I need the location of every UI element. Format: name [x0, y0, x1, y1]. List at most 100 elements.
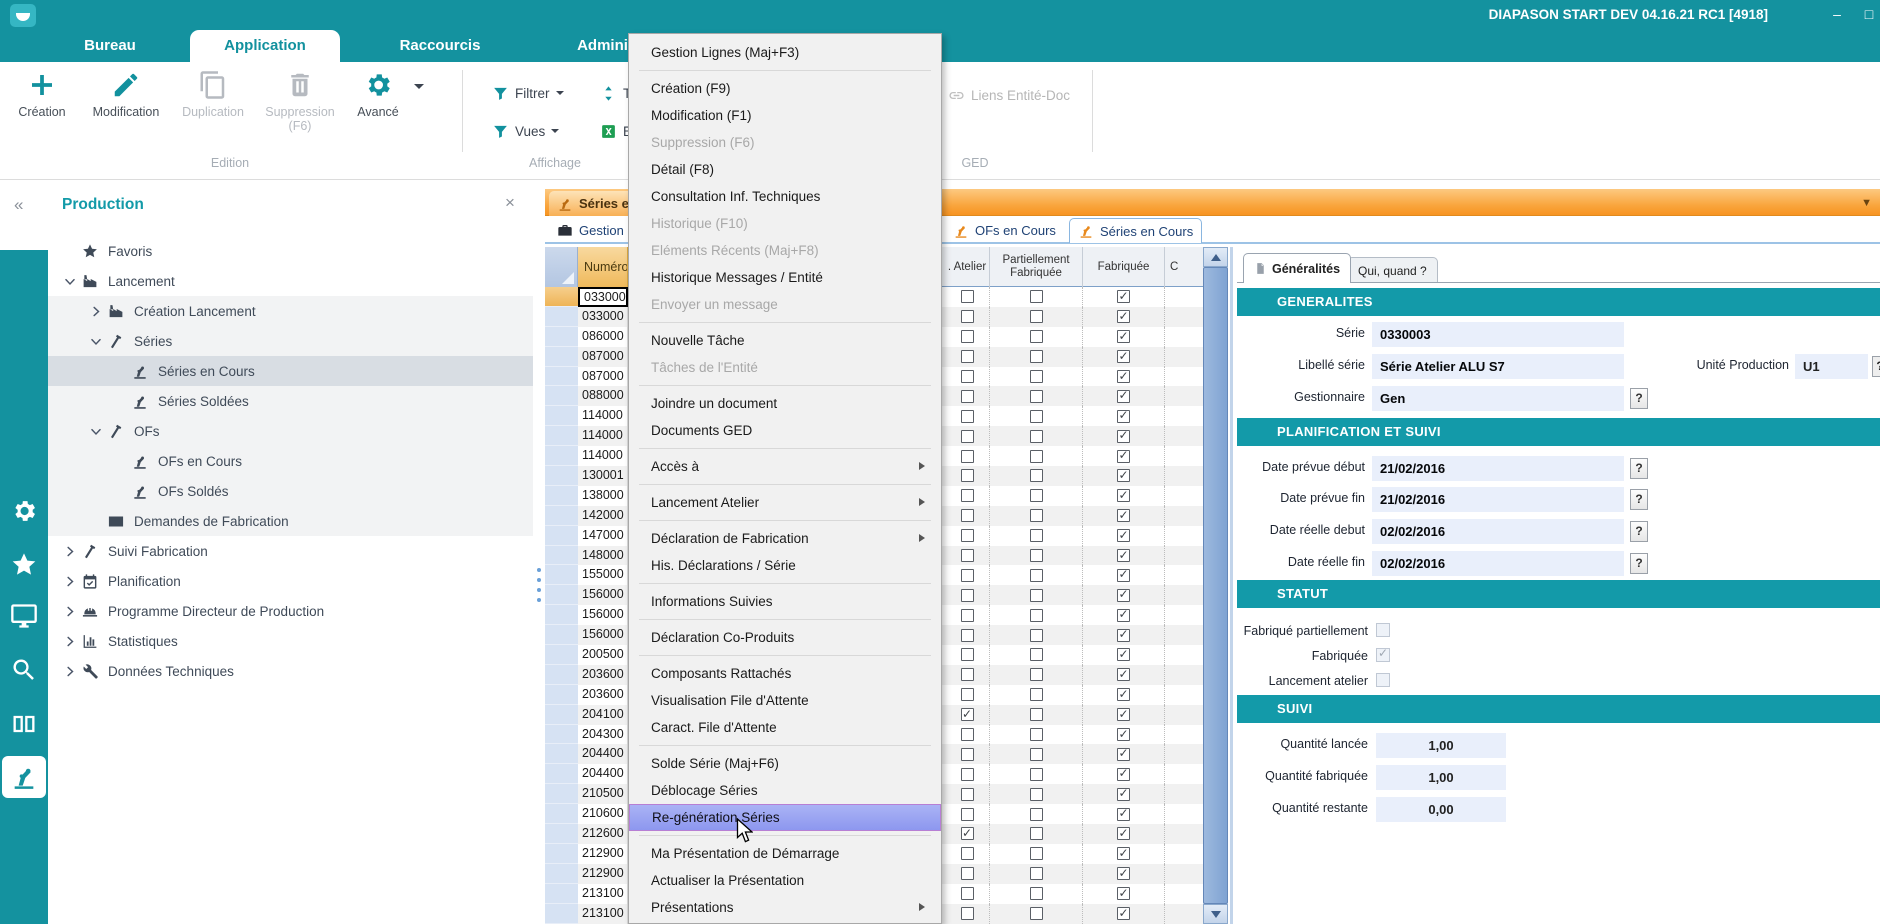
cell-fabriquee-checkbox[interactable]: [1083, 565, 1165, 585]
cell-fabriquee-checkbox[interactable]: [1083, 605, 1165, 625]
column-header-fabriquee[interactable]: Fabriquée: [1083, 247, 1165, 287]
menu-item-visualisation-file-d-attente[interactable]: Visualisation File d'Attente: [629, 687, 941, 714]
cell-numero[interactable]: 087000: [578, 367, 628, 387]
row-selector[interactable]: [545, 744, 578, 764]
cell-partiellement-checkbox[interactable]: [990, 307, 1083, 327]
strip-overflow-caret-icon[interactable]: ▼: [1861, 197, 1872, 209]
grid-vertical-scrollbar[interactable]: [1203, 247, 1228, 924]
chevron-right-icon[interactable]: [60, 544, 80, 559]
cell-fabriquee-checkbox[interactable]: [1083, 386, 1165, 406]
row-selector[interactable]: [545, 784, 578, 804]
cell-fabriquee-checkbox[interactable]: [1083, 486, 1165, 506]
cell-partiellement-checkbox[interactable]: [990, 526, 1083, 546]
menu-item-actualiser-la-pr-sentation[interactable]: Actualiser la Présentation: [629, 867, 941, 894]
avance-button[interactable]: Avancé: [346, 70, 410, 119]
chevron-right-icon[interactable]: [60, 604, 80, 619]
cell-atelier-checkbox[interactable]: [945, 764, 990, 784]
rail-favorites-star-icon[interactable]: [10, 551, 38, 579]
menu-item-gestion-lignes-maj-f3[interactable]: Gestion Lignes (Maj+F3): [629, 39, 941, 66]
menu-item-caract-file-d-attente[interactable]: Caract. File d'Attente: [629, 714, 941, 741]
cell-numero[interactable]: 204400: [578, 744, 628, 764]
row-selector[interactable]: [545, 725, 578, 745]
scrollbar-thumb[interactable]: [1203, 267, 1228, 904]
vues-button[interactable]: Vues: [492, 120, 559, 142]
date-prevue-fin-field[interactable]: 21/02/2016: [1372, 487, 1624, 512]
doc-tab-ofs-en-cours[interactable]: OFs en Cours: [945, 219, 1064, 242]
cell-numero[interactable]: 200500: [578, 645, 628, 665]
cell-numero[interactable]: 156000: [578, 625, 628, 645]
cell-atelier-checkbox[interactable]: [945, 665, 990, 685]
help-button[interactable]: ?: [1630, 553, 1648, 574]
menu-item-nouvelle-t-che[interactable]: Nouvelle Tâche: [629, 327, 941, 354]
collapse-panel-button[interactable]: «: [14, 195, 23, 215]
row-selector[interactable]: [545, 347, 578, 367]
row-selector[interactable]: [545, 426, 578, 446]
cell-partiellement-checkbox[interactable]: [990, 764, 1083, 784]
cell-partiellement-checkbox[interactable]: [990, 705, 1083, 725]
cell-partiellement-checkbox[interactable]: [990, 287, 1083, 307]
cell-partiellement-checkbox[interactable]: [990, 446, 1083, 466]
cell-numero[interactable]: 155000: [578, 565, 628, 585]
row-selector[interactable]: [545, 625, 578, 645]
cell-partiellement-checkbox[interactable]: [990, 784, 1083, 804]
minimize-button[interactable]: –: [1822, 0, 1852, 30]
tab-bureau[interactable]: Bureau: [40, 30, 180, 62]
help-button[interactable]: ?: [1872, 356, 1880, 377]
cell-partiellement-checkbox[interactable]: [990, 725, 1083, 745]
cell-numero[interactable]: 138000: [578, 486, 628, 506]
cell-fabriquee-checkbox[interactable]: [1083, 645, 1165, 665]
doc-tab-gestion[interactable]: Gestion: [549, 219, 632, 242]
menu-item-ma-pr-sentation-de-d-marrage[interactable]: Ma Présentation de Démarrage: [629, 840, 941, 867]
cell-partiellement-checkbox[interactable]: [990, 844, 1083, 864]
tree-item-demandes-de-fabrication[interactable]: Demandes de Fabrication: [48, 506, 533, 536]
cell-numero[interactable]: 130001: [578, 466, 628, 486]
cell-partiellement-checkbox[interactable]: [990, 685, 1083, 705]
menu-item-cr-ation-f9[interactable]: Création (F9): [629, 75, 941, 102]
cell-atelier-checkbox[interactable]: [945, 804, 990, 824]
chevron-right-icon[interactable]: [60, 664, 80, 679]
cell-atelier-checkbox[interactable]: [945, 585, 990, 605]
cell-partiellement-checkbox[interactable]: [990, 426, 1083, 446]
cell-fabriquee-checkbox[interactable]: [1083, 844, 1165, 864]
row-selector[interactable]: [545, 804, 578, 824]
cell-fabriquee-checkbox[interactable]: [1083, 287, 1165, 307]
cell-fabriquee-checkbox[interactable]: [1083, 625, 1165, 645]
cell-atelier-checkbox[interactable]: [945, 824, 990, 844]
cell-numero[interactable]: 147000: [578, 526, 628, 546]
menu-item-d-claration-de-fabrication[interactable]: Déclaration de Fabrication: [629, 525, 941, 552]
cell-partiellement-checkbox[interactable]: [990, 486, 1083, 506]
help-button[interactable]: ?: [1630, 388, 1648, 409]
cell-partiellement-checkbox[interactable]: [990, 565, 1083, 585]
cell-fabriquee-checkbox[interactable]: [1083, 904, 1165, 924]
cell-fabriquee-checkbox[interactable]: [1083, 367, 1165, 387]
libelle-serie-field[interactable]: Série Atelier ALU S7: [1372, 354, 1624, 379]
cell-atelier-checkbox[interactable]: [945, 645, 990, 665]
cell-fabriquee-checkbox[interactable]: [1083, 466, 1165, 486]
cell-numero[interactable]: 086000: [578, 327, 628, 347]
cell-fabriquee-checkbox[interactable]: [1083, 864, 1165, 884]
cell-numero[interactable]: 114000: [578, 446, 628, 466]
menu-item-d-blocage-s-ries[interactable]: Déblocage Séries: [629, 777, 941, 804]
cell-numero[interactable]: 204400: [578, 764, 628, 784]
row-selector[interactable]: [545, 824, 578, 844]
row-selector[interactable]: [545, 327, 578, 347]
cell-numero[interactable]: 203600: [578, 665, 628, 685]
tree-item-s-ries-en-cours[interactable]: Séries en Cours: [48, 356, 533, 386]
menu-item-lancement-atelier[interactable]: Lancement Atelier: [629, 489, 941, 516]
tree-item-programme-directeur-de-production[interactable]: Programme Directeur de Production: [48, 596, 533, 626]
tab-raccourcis[interactable]: Raccourcis: [355, 30, 525, 62]
cell-atelier-checkbox[interactable]: [945, 367, 990, 387]
row-selector[interactable]: [545, 287, 578, 307]
cell-fabriquee-checkbox[interactable]: [1083, 824, 1165, 844]
cell-partiellement-checkbox[interactable]: [990, 804, 1083, 824]
filtrer-button[interactable]: Filtrer: [492, 82, 564, 104]
cell-partiellement-checkbox[interactable]: [990, 824, 1083, 844]
menu-item-d-tail-f8[interactable]: Détail (F8): [629, 156, 941, 183]
cell-atelier-checkbox[interactable]: [945, 347, 990, 367]
cell-atelier-checkbox[interactable]: [945, 605, 990, 625]
cell-atelier-checkbox[interactable]: [945, 705, 990, 725]
help-button[interactable]: ?: [1630, 489, 1648, 510]
menu-item-consultation-inf-techniques[interactable]: Consultation Inf. Techniques: [629, 183, 941, 210]
cell-atelier-checkbox[interactable]: [945, 565, 990, 585]
cell-atelier-checkbox[interactable]: [945, 506, 990, 526]
